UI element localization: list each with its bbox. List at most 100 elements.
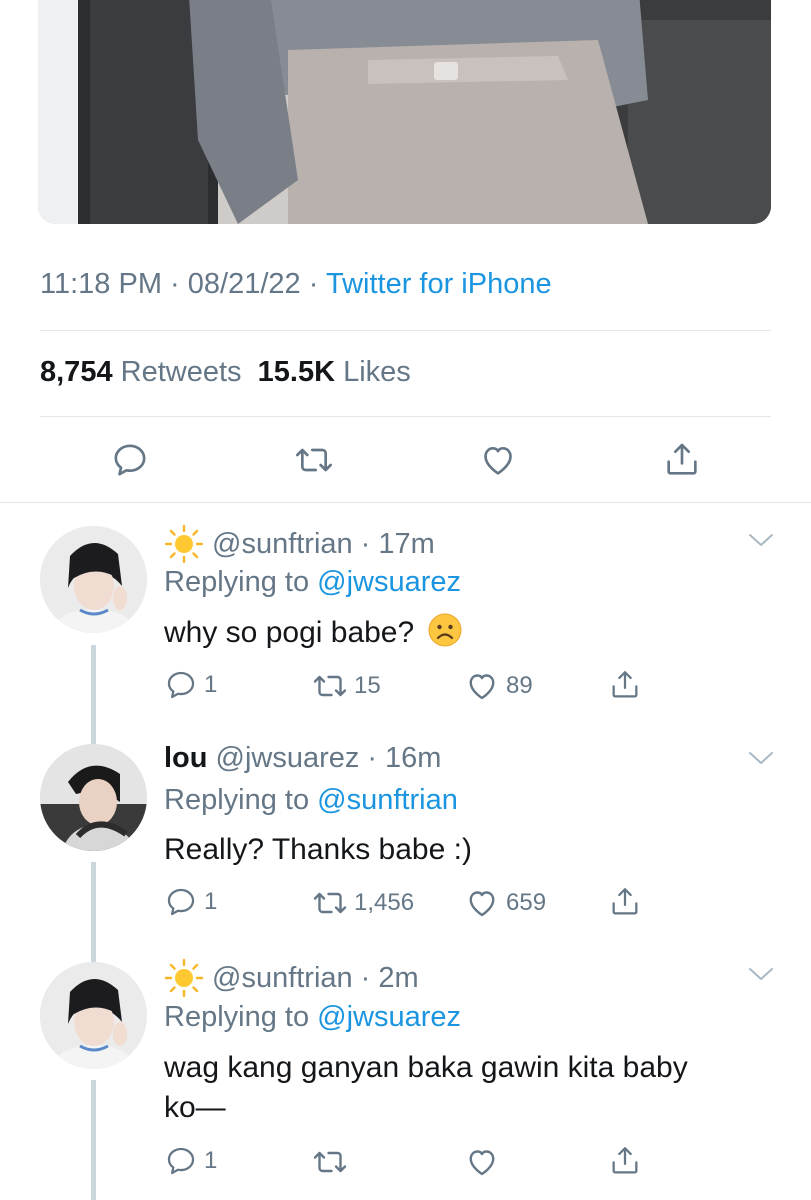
like-button[interactable]	[464, 1144, 506, 1180]
sun-emoji	[164, 958, 204, 998]
heart-icon	[484, 447, 512, 475]
share-button[interactable]	[608, 885, 642, 919]
heart-icon	[469, 674, 495, 700]
replying-mention-link[interactable]: @sunftrian	[317, 784, 458, 816]
tweet-source-link[interactable]: Twitter for iPhone	[326, 268, 552, 300]
share-icon	[667, 443, 697, 475]
thread-connector	[91, 1080, 96, 1200]
reply-icon	[167, 1147, 195, 1175]
avatar[interactable]	[40, 744, 147, 851]
meta-separator: ·	[308, 268, 319, 300]
meta-separator: ·	[360, 961, 371, 994]
likes-count: 15.5K	[257, 356, 336, 388]
meta-separator: ·	[360, 527, 371, 560]
photo-illustration	[38, 0, 771, 224]
reply-button[interactable]: 1	[164, 668, 217, 702]
retweet-button[interactable]: 15	[312, 668, 381, 704]
tweet-meta-line: 11:18 PM · 08/21/22 · Twitter for iPhone	[40, 268, 552, 301]
tweet-media-photo[interactable]	[38, 0, 771, 224]
replying-mention-link[interactable]: @jwsuarez	[317, 566, 461, 598]
thread-connector	[91, 862, 96, 962]
retweet-count: 15	[354, 672, 381, 699]
like-button[interactable]: 659	[464, 885, 546, 921]
reply-icon	[167, 888, 195, 916]
avatar-image	[40, 962, 147, 1069]
reply-body: wag kang ganyan baka gawin kita baby ko—	[164, 1048, 724, 1128]
retweets-stat[interactable]: 8,754 Retweets	[40, 356, 242, 388]
chevron-down-icon[interactable]	[748, 532, 774, 548]
reply-display-name[interactable]: lou	[164, 742, 208, 775]
like-button[interactable]	[476, 438, 520, 482]
reply-handle[interactable]: @sunftrian	[212, 528, 353, 561]
reply-age: 2m	[378, 961, 419, 994]
retweet-button[interactable]	[312, 1144, 354, 1180]
divider	[40, 416, 771, 417]
tweet-time: 11:18 PM	[40, 268, 162, 300]
replying-to-line: Replying to @jwsuarez	[164, 1001, 461, 1034]
tweet-stats: 8,754 Retweets 15.5K Likes	[40, 356, 411, 389]
like-count: 659	[506, 889, 547, 916]
reply-header: lou @jwsuarez · 16m	[164, 742, 441, 775]
heart-icon	[469, 1150, 495, 1176]
reply-count: 1	[204, 1147, 218, 1174]
chevron-down-icon[interactable]	[748, 966, 774, 982]
meta-separator: ·	[170, 268, 180, 300]
reply-handle[interactable]: @jwsuarez	[216, 742, 360, 775]
avatar-image	[40, 526, 147, 633]
tweet-date: 08/21/22	[187, 268, 301, 300]
reply-text: why so pogi babe?	[164, 616, 415, 649]
like-count: 89	[506, 672, 533, 699]
meta-separator: ·	[367, 742, 378, 774]
reply-count: 1	[204, 671, 218, 698]
reply-body: Really? Thanks babe :)	[164, 830, 744, 870]
likes-label: Likes	[343, 356, 411, 388]
divider	[0, 502, 811, 503]
reply-action-bar: 1 15 89	[164, 668, 684, 708]
avatar[interactable]	[40, 962, 147, 1069]
reply-age: 16m	[385, 742, 442, 774]
reply-action-bar: 1	[164, 1144, 684, 1184]
reply-header: @sunftrian · 2m	[164, 958, 419, 998]
like-button[interactable]: 89	[464, 668, 533, 704]
tweet-action-bar	[0, 438, 811, 484]
share-button[interactable]	[608, 1144, 642, 1178]
sun-emoji	[164, 524, 204, 564]
reply-text: wag kang ganyan baka gawin kita baby ko—	[164, 1051, 688, 1124]
likes-stat[interactable]: 15.5K Likes	[258, 356, 411, 388]
retweet-icon	[296, 448, 332, 472]
replying-prefix: Replying to	[164, 1001, 310, 1033]
retweet-button[interactable]: 1,456	[312, 885, 414, 921]
retweet-count: 1,456	[354, 889, 415, 916]
avatar[interactable]	[40, 526, 147, 633]
reply-header: @sunftrian · 17m	[164, 524, 435, 564]
reply-handle[interactable]: @sunftrian	[212, 962, 353, 995]
thread-connector	[91, 645, 96, 745]
replying-to-line: Replying to @jwsuarez	[164, 566, 461, 599]
retweet-button[interactable]	[292, 438, 336, 482]
replying-mention-link[interactable]: @jwsuarez	[317, 1001, 461, 1033]
frowning-face-emoji	[428, 613, 462, 647]
reply-button[interactable]: 1	[164, 1144, 217, 1178]
share-button[interactable]	[660, 438, 704, 482]
share-icon	[612, 671, 638, 698]
reply-icon	[114, 444, 146, 476]
retweet-icon	[313, 892, 347, 914]
share-icon	[612, 1147, 638, 1174]
reply-text: Really? Thanks babe :)	[164, 833, 472, 866]
heart-icon	[469, 891, 495, 917]
divider	[40, 330, 771, 331]
chevron-down-icon[interactable]	[748, 750, 774, 766]
retweet-icon	[313, 675, 347, 697]
reply-button[interactable]	[108, 438, 152, 482]
reply-icon	[167, 671, 195, 699]
replying-prefix: Replying to	[164, 784, 310, 816]
share-button[interactable]	[608, 668, 642, 702]
reply-action-bar: 1 1,456 659	[164, 885, 684, 925]
avatar-image	[40, 744, 147, 851]
reply-button[interactable]: 1	[164, 885, 217, 919]
retweet-icon	[313, 1151, 347, 1173]
replying-to-line: Replying to @sunftrian	[164, 784, 458, 817]
reply-count: 1	[204, 888, 218, 915]
replying-prefix: Replying to	[164, 566, 310, 598]
retweets-label: Retweets	[120, 356, 242, 388]
